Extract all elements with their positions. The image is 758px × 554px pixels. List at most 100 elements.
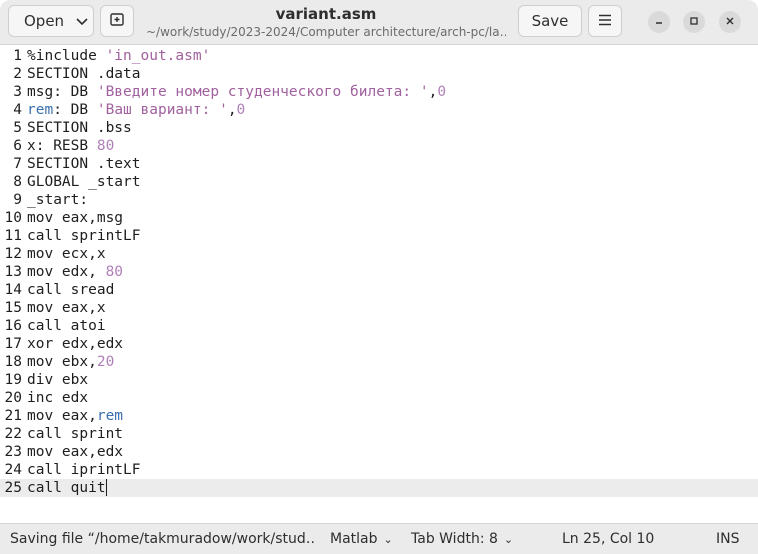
hamburger-menu-icon bbox=[598, 12, 612, 30]
maximize-icon bbox=[689, 15, 699, 29]
code-token: mov eax,x bbox=[27, 300, 106, 316]
code-line[interactable]: 13 mov edx, 80 bbox=[0, 263, 758, 281]
new-tab-button[interactable] bbox=[100, 5, 134, 37]
code-token: call sprint bbox=[27, 426, 124, 442]
insert-mode[interactable]: INS bbox=[716, 531, 740, 547]
code-token: x: RESB bbox=[27, 138, 97, 154]
code-token: SECTION .data bbox=[27, 66, 141, 82]
code-line[interactable]: 17 xor edx,edx bbox=[0, 335, 758, 353]
code-line[interactable]: 8 GLOBAL _start bbox=[0, 173, 758, 191]
line-number: 15 bbox=[4, 300, 22, 316]
code-token: call sread bbox=[27, 282, 115, 298]
line-number: 5 bbox=[13, 120, 22, 136]
code-token: 'in_out.asm' bbox=[105, 48, 211, 64]
line-number: 22 bbox=[4, 426, 22, 442]
code-line[interactable]: 24 call iprintLF bbox=[0, 461, 758, 479]
line-number: 25 bbox=[4, 480, 22, 496]
code-line[interactable]: 4 rem: DB 'Ваш вариант: ',0 bbox=[0, 101, 758, 119]
code-line[interactable]: 11 call sprintLF bbox=[0, 227, 758, 245]
code-text: GLOBAL _start bbox=[27, 173, 141, 191]
open-button-label: Open bbox=[24, 12, 65, 30]
chevron-down-icon: ⌄ bbox=[503, 533, 514, 546]
line-number: 13 bbox=[4, 264, 22, 280]
code-token: SECTION .text bbox=[27, 156, 141, 172]
code-line[interactable]: 2 SECTION .data bbox=[0, 65, 758, 83]
code-line[interactable]: 15 mov eax,x bbox=[0, 299, 758, 317]
code-token: mov edx, bbox=[27, 264, 106, 280]
code-text: call sprint bbox=[27, 425, 123, 443]
code-token: _start: bbox=[27, 192, 89, 208]
code-line[interactable]: 19 div ebx bbox=[0, 371, 758, 389]
code-text: mov eax,rem bbox=[27, 407, 123, 425]
language-selector[interactable]: Matlab ⌄ bbox=[330, 531, 393, 547]
close-button[interactable] bbox=[719, 11, 741, 33]
code-token: call atoi bbox=[27, 318, 106, 334]
code-line[interactable]: 18 mov ebx,20 bbox=[0, 353, 758, 371]
line-number: 14 bbox=[4, 282, 22, 298]
code-line[interactable]: 1 %include 'in_out.asm' bbox=[0, 47, 758, 65]
code-line[interactable]: 14 call sread bbox=[0, 281, 758, 299]
tab-width-selector[interactable]: Tab Width: 8 ⌄ bbox=[411, 531, 513, 547]
code-token: call quit bbox=[27, 480, 106, 496]
language-label: Matlab bbox=[330, 531, 378, 547]
code-text: mov edx, 80 bbox=[27, 263, 123, 281]
line-number: 16 bbox=[4, 318, 22, 334]
code-text: SECTION .bss bbox=[27, 119, 132, 137]
code-text: mov ebx,20 bbox=[27, 353, 114, 371]
line-number: 12 bbox=[4, 246, 22, 262]
line-number: 20 bbox=[4, 390, 22, 406]
code-line[interactable]: 5 SECTION .bss bbox=[0, 119, 758, 137]
line-number: 2 bbox=[13, 66, 22, 82]
window-title: variant.asm bbox=[275, 5, 377, 23]
code-line[interactable]: 16 call atoi bbox=[0, 317, 758, 335]
code-token: 'Введите номер студенческого билета: ' bbox=[96, 84, 429, 100]
code-text: mov eax,edx bbox=[27, 443, 123, 461]
code-token: mov ecx,x bbox=[27, 246, 106, 262]
status-bar: Saving file “/home/takmuradow/work/stud…… bbox=[0, 523, 758, 554]
code-token: , bbox=[227, 102, 237, 118]
open-button[interactable]: Open bbox=[8, 5, 94, 37]
code-token: mov eax,edx bbox=[27, 444, 124, 460]
code-line[interactable]: 3 msg: DB 'Введите номер студенческого би… bbox=[0, 83, 758, 101]
code-token: mov eax,msg bbox=[27, 210, 124, 226]
line-number: 3 bbox=[13, 84, 22, 100]
code-line[interactable]: 21 mov eax,rem bbox=[0, 407, 758, 425]
code-line[interactable]: 20 inc edx bbox=[0, 389, 758, 407]
code-text: mov ecx,x bbox=[27, 245, 106, 263]
code-token: msg: DB bbox=[27, 84, 97, 100]
code-line[interactable]: 23 mov eax,edx bbox=[0, 443, 758, 461]
code-line[interactable]: 10 mov eax,msg bbox=[0, 209, 758, 227]
line-number: 11 bbox=[4, 228, 22, 244]
code-editor[interactable]: 1 %include 'in_out.asm' 2 SECTION .data 3 msg… bbox=[0, 45, 758, 523]
code-line[interactable]: 9 _start: bbox=[0, 191, 758, 209]
maximize-button[interactable] bbox=[683, 11, 705, 33]
code-line[interactable]: 25 call quit bbox=[0, 479, 758, 497]
save-button[interactable]: Save bbox=[518, 5, 582, 37]
code-token: GLOBAL _start bbox=[27, 174, 141, 190]
code-token: 80 bbox=[96, 138, 115, 154]
text-cursor bbox=[105, 479, 108, 496]
line-number: 4 bbox=[13, 102, 22, 118]
close-icon bbox=[725, 15, 735, 29]
code-token: SECTION .bss bbox=[27, 120, 132, 136]
code-line[interactable]: 7 SECTION .text bbox=[0, 155, 758, 173]
code-text: inc edx bbox=[27, 389, 88, 407]
code-token: inc edx bbox=[27, 390, 89, 406]
code-line[interactable]: 22 call sprint bbox=[0, 425, 758, 443]
code-token: 'Ваш вариант: ' bbox=[96, 102, 228, 118]
code-token: div ebx bbox=[27, 372, 89, 388]
line-number: 9 bbox=[13, 192, 22, 208]
line-number: 19 bbox=[4, 372, 22, 388]
code-line[interactable]: 12 mov ecx,x bbox=[0, 245, 758, 263]
main-menu-button[interactable] bbox=[588, 5, 622, 37]
cursor-position[interactable]: Ln 25, Col 10 bbox=[562, 531, 654, 547]
code-text: xor edx,edx bbox=[27, 335, 123, 353]
minimize-button[interactable] bbox=[648, 11, 670, 33]
code-text: x: RESB 80 bbox=[27, 137, 114, 155]
code-line[interactable]: 6 x: RESB 80 bbox=[0, 137, 758, 155]
code-token: 20 bbox=[96, 354, 115, 370]
header-bar: Open variant.asm ~/work/study/2023-2024/… bbox=[0, 0, 758, 45]
code-token: call sprintLF bbox=[27, 228, 141, 244]
editor-window: Open variant.asm ~/work/study/2023-2024/… bbox=[0, 0, 758, 554]
chevron-down-icon: ⌄ bbox=[383, 533, 393, 546]
